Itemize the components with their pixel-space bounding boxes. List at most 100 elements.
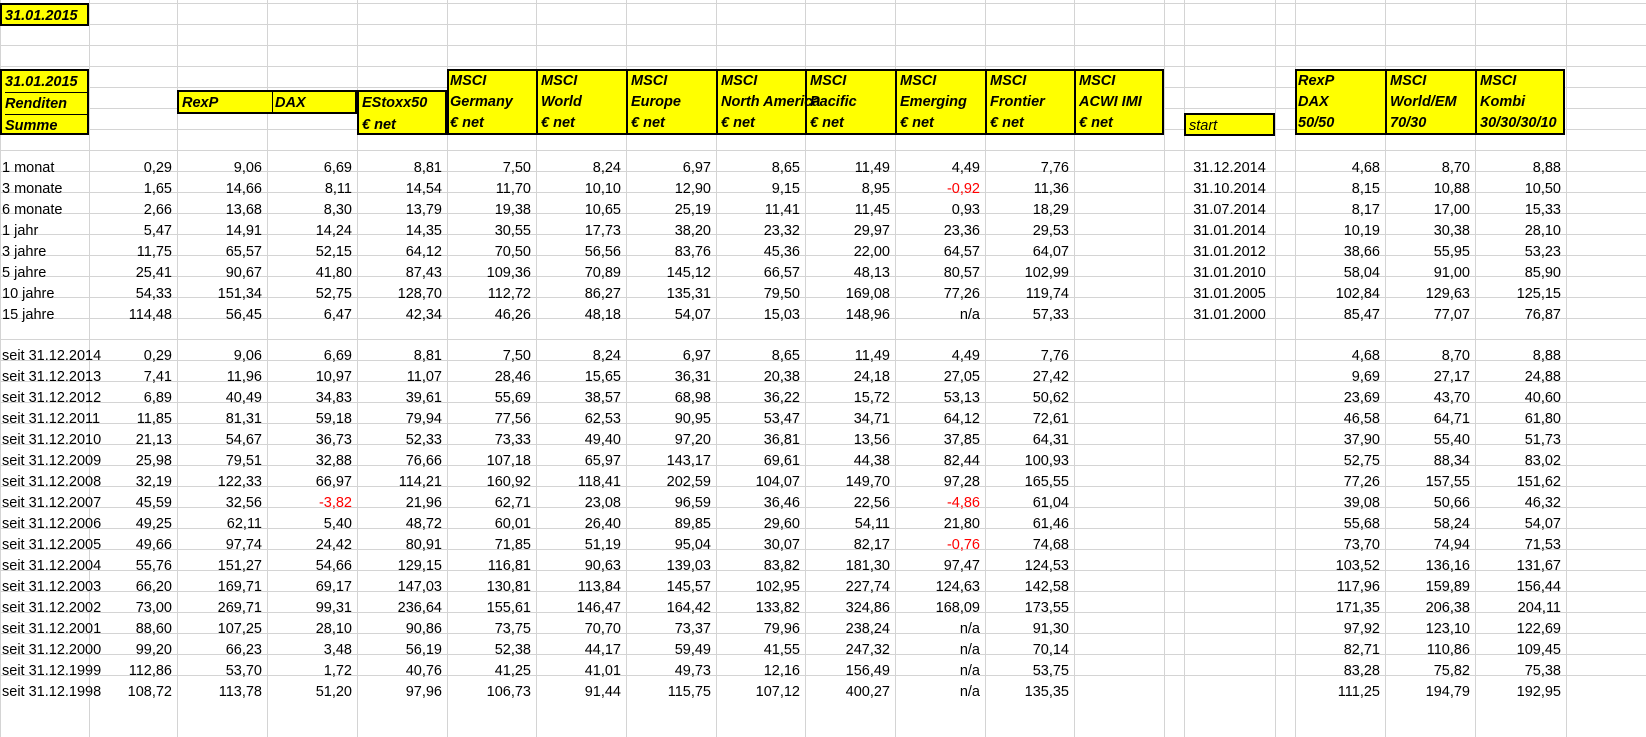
- value-cell[interactable]: 49,66: [89, 534, 177, 556]
- value-cell[interactable]: 54,66: [267, 555, 357, 577]
- value-cell[interactable]: 49,40: [536, 429, 626, 451]
- header-column-4[interactable]: MSCI World € net: [536, 71, 626, 133]
- value-cell[interactable]: 52,33: [357, 429, 447, 451]
- value-cell[interactable]: 97,96: [357, 681, 447, 703]
- value-cell[interactable]: 61,46: [985, 513, 1074, 535]
- value-cell[interactable]: 8,95: [805, 178, 895, 200]
- left-header-block[interactable]: 31.01.2015 Renditen Summe: [0, 69, 89, 135]
- value-cell[interactable]: 54,67: [177, 429, 267, 451]
- combo-value-cell[interactable]: 85,90: [1475, 262, 1566, 284]
- value-cell[interactable]: 44,38: [805, 450, 895, 472]
- value-cell[interactable]: 142,58: [985, 576, 1074, 598]
- value-cell[interactable]: 36,22: [716, 387, 805, 409]
- date-title-box[interactable]: 31.01.2015: [0, 3, 89, 26]
- combo-value-cell[interactable]: 75,38: [1475, 660, 1566, 682]
- combo-value-cell[interactable]: 10,50: [1475, 178, 1566, 200]
- value-cell[interactable]: 169,71: [177, 576, 267, 598]
- value-cell[interactable]: 12,16: [716, 660, 805, 682]
- value-cell[interactable]: 11,41: [716, 199, 805, 221]
- combo-value-cell[interactable]: 30,38: [1385, 220, 1475, 242]
- value-cell[interactable]: 8,81: [357, 157, 447, 179]
- value-cell[interactable]: 6,69: [267, 345, 357, 367]
- combo-header-column-1[interactable]: MSCI World/EM 70/30: [1385, 71, 1476, 133]
- value-cell[interactable]: 116,81: [447, 555, 536, 577]
- value-cell[interactable]: 113,84: [536, 576, 626, 598]
- value-cell[interactable]: 19,38: [447, 199, 536, 221]
- value-cell[interactable]: 11,75: [89, 241, 177, 263]
- start-date-cell[interactable]: 31.10.2014: [1184, 178, 1275, 200]
- value-cell[interactable]: 40,49: [177, 387, 267, 409]
- header-column-3[interactable]: MSCI Germany € net: [449, 71, 537, 133]
- value-cell[interactable]: -0,76: [895, 534, 985, 556]
- combo-value-cell[interactable]: 8,17: [1295, 199, 1385, 221]
- combo-value-cell[interactable]: 129,63: [1385, 283, 1475, 305]
- combo-value-cell[interactable]: 192,95: [1475, 681, 1566, 703]
- value-cell[interactable]: -0,92: [895, 178, 985, 200]
- value-cell[interactable]: 4,49: [895, 345, 985, 367]
- value-cell[interactable]: 90,86: [357, 618, 447, 640]
- combo-value-cell[interactable]: 8,15: [1295, 178, 1385, 200]
- combo-value-cell[interactable]: 83,28: [1295, 660, 1385, 682]
- value-cell[interactable]: 238,24: [805, 618, 895, 640]
- value-cell[interactable]: 69,61: [716, 450, 805, 472]
- combo-value-cell[interactable]: 171,35: [1295, 597, 1385, 619]
- value-cell[interactable]: 7,41: [89, 366, 177, 388]
- value-cell[interactable]: 23,32: [716, 220, 805, 242]
- value-cell[interactable]: 72,61: [985, 408, 1074, 430]
- value-cell[interactable]: 90,63: [536, 555, 626, 577]
- header-estoxx50[interactable]: EStoxx50 € net: [357, 90, 447, 135]
- value-cell[interactable]: 11,45: [805, 199, 895, 221]
- combo-value-cell[interactable]: 111,25: [1295, 681, 1385, 703]
- combo-value-cell[interactable]: 4,68: [1295, 157, 1385, 179]
- header-start[interactable]: start: [1184, 113, 1275, 136]
- value-cell[interactable]: 149,70: [805, 471, 895, 493]
- value-cell[interactable]: n/a: [895, 639, 985, 661]
- value-cell[interactable]: 70,70: [536, 618, 626, 640]
- value-cell[interactable]: 39,61: [357, 387, 447, 409]
- value-cell[interactable]: 36,81: [716, 429, 805, 451]
- value-cell[interactable]: 83,82: [716, 555, 805, 577]
- value-cell[interactable]: 8,24: [536, 157, 626, 179]
- combo-value-cell[interactable]: 125,15: [1475, 283, 1566, 305]
- value-cell[interactable]: 51,19: [536, 534, 626, 556]
- value-cell[interactable]: 146,47: [536, 597, 626, 619]
- value-cell[interactable]: 77,56: [447, 408, 536, 430]
- value-cell[interactable]: 70,50: [447, 241, 536, 263]
- value-cell[interactable]: 1,72: [267, 660, 357, 682]
- value-cell[interactable]: 9,06: [177, 345, 267, 367]
- value-cell[interactable]: 57,33: [985, 304, 1074, 326]
- combo-value-cell[interactable]: 24,88: [1475, 366, 1566, 388]
- value-cell[interactable]: 79,50: [716, 283, 805, 305]
- value-cell[interactable]: 0,93: [895, 199, 985, 221]
- value-cell[interactable]: 36,46: [716, 492, 805, 514]
- value-cell[interactable]: 8,11: [267, 178, 357, 200]
- value-cell[interactable]: 21,80: [895, 513, 985, 535]
- combo-value-cell[interactable]: 4,68: [1295, 345, 1385, 367]
- combo-value-cell[interactable]: 73,70: [1295, 534, 1385, 556]
- value-cell[interactable]: 59,18: [267, 408, 357, 430]
- header-column-6[interactable]: MSCI North America € net: [716, 71, 820, 133]
- value-cell[interactable]: 48,13: [805, 262, 895, 284]
- value-cell[interactable]: 168,09: [895, 597, 985, 619]
- value-cell[interactable]: 8,24: [536, 345, 626, 367]
- combo-value-cell[interactable]: 39,08: [1295, 492, 1385, 514]
- combo-value-cell[interactable]: 122,69: [1475, 618, 1566, 640]
- value-cell[interactable]: 155,61: [447, 597, 536, 619]
- value-cell[interactable]: 5,40: [267, 513, 357, 535]
- value-cell[interactable]: n/a: [895, 681, 985, 703]
- value-cell[interactable]: 15,65: [536, 366, 626, 388]
- value-cell[interactable]: 28,10: [267, 618, 357, 640]
- value-cell[interactable]: 42,34: [357, 304, 447, 326]
- combo-value-cell[interactable]: 17,00: [1385, 199, 1475, 221]
- value-cell[interactable]: 0,29: [89, 157, 177, 179]
- value-cell[interactable]: 27,05: [895, 366, 985, 388]
- value-cell[interactable]: 41,01: [536, 660, 626, 682]
- value-cell[interactable]: 44,17: [536, 639, 626, 661]
- value-cell[interactable]: 86,27: [536, 283, 626, 305]
- value-cell[interactable]: 54,07: [626, 304, 716, 326]
- value-cell[interactable]: 62,11: [177, 513, 267, 535]
- value-cell[interactable]: 7,76: [985, 345, 1074, 367]
- value-cell[interactable]: 3,48: [267, 639, 357, 661]
- combo-value-cell[interactable]: 194,79: [1385, 681, 1475, 703]
- value-cell[interactable]: 66,20: [89, 576, 177, 598]
